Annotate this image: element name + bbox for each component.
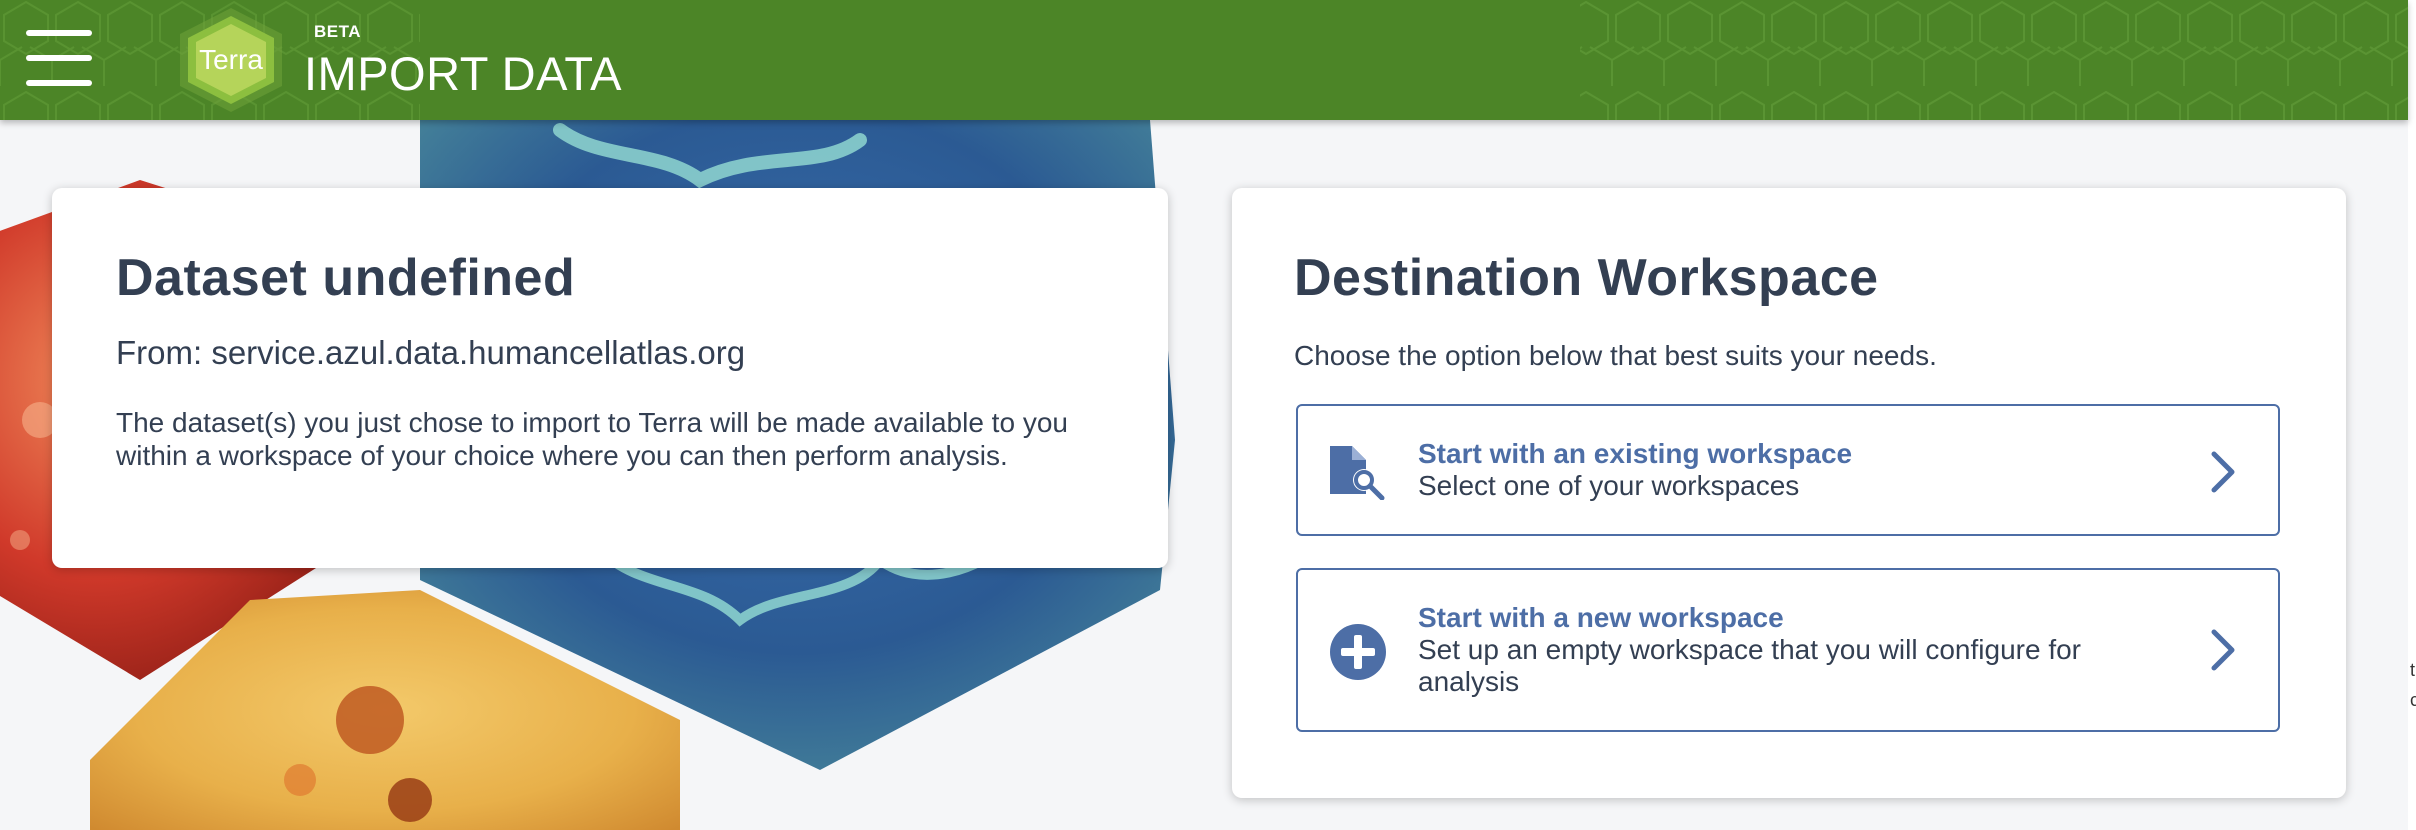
chevron-right-icon	[2211, 629, 2235, 671]
plus-circle-icon	[1330, 624, 1386, 680]
dataset-title: Dataset undefined	[116, 249, 576, 307]
existing-workspace-title: Start with an existing workspace	[1418, 438, 1853, 469]
menu-bar-top	[26, 30, 92, 36]
right-edge-strip: t c	[2408, 0, 2416, 830]
menu-bar-bottom	[26, 80, 92, 86]
existing-workspace-option[interactable]: Start with an existing workspace Select …	[1296, 404, 2280, 536]
hamburger-menu-button[interactable]	[26, 28, 92, 86]
new-workspace-title: Start with a new workspace	[1418, 602, 1784, 633]
new-workspace-subtitle: Set up an empty workspace that you will …	[1418, 634, 2082, 697]
destination-subtitle: Choose the option below that best suits …	[1294, 340, 1937, 371]
document-search-icon	[1330, 446, 1385, 500]
dataset-description: The dataset(s) you just chose to import …	[116, 407, 1068, 471]
chevron-right-icon	[2211, 451, 2235, 493]
destination-title: Destination Workspace	[1294, 249, 1879, 307]
dataset-source: From: service.azul.data.humancellatlas.o…	[116, 334, 746, 371]
page-title: IMPORT DATA	[304, 47, 622, 100]
destination-workspace-card: Destination Workspace Choose the option …	[1232, 188, 2346, 798]
beta-badge: BETA	[314, 22, 362, 41]
menu-bar-middle	[26, 55, 92, 61]
dataset-card: Dataset undefined From: service.azul.dat…	[52, 188, 1168, 568]
new-workspace-option[interactable]: Start with a new workspace Set up an emp…	[1296, 568, 2280, 732]
terra-logo[interactable]: Terra	[170, 4, 292, 116]
existing-workspace-subtitle: Select one of your workspaces	[1418, 470, 1800, 501]
top-bar: Terra BETA IMPORT DATA	[0, 0, 2408, 120]
edge-cutoff-text: t c	[2410, 660, 2416, 710]
logo-wordmark: Terra	[199, 44, 263, 75]
